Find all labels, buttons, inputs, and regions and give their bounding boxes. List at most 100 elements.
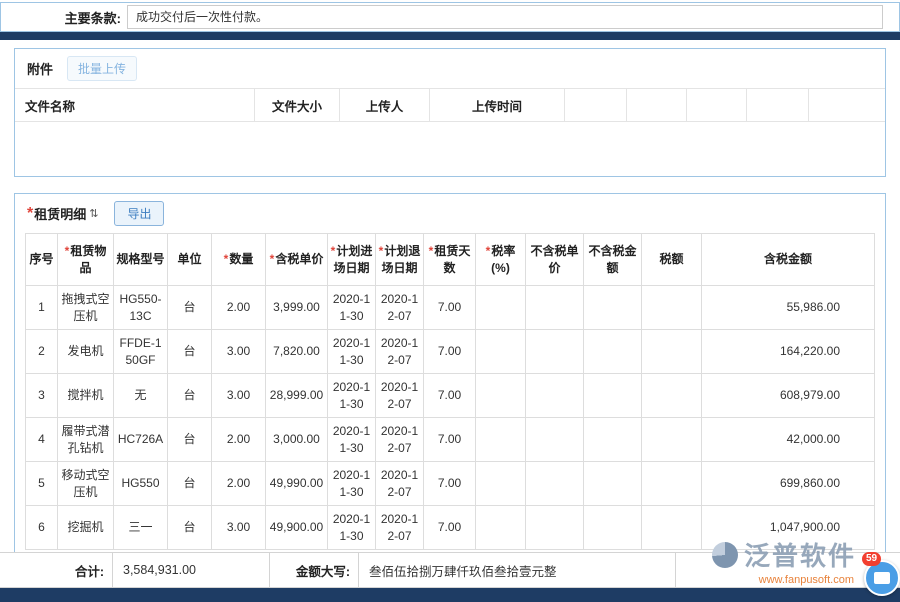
rental-column-header: *计划退场日期 (376, 234, 424, 286)
rental-cell: HC726A (114, 418, 168, 462)
rental-cell: 2.00 (212, 418, 266, 462)
rental-cell (526, 418, 584, 462)
attachments-column-header: 文件大小 (255, 89, 340, 121)
rental-cell: 3.00 (212, 506, 266, 550)
attachments-empty-column (565, 89, 627, 121)
total-value: 3,584,931.00 (112, 553, 270, 587)
rental-cell: 台 (168, 286, 212, 330)
rental-cell: 7.00 (424, 506, 476, 550)
rental-column-header: 规格型号 (114, 234, 168, 286)
rental-cell: 5 (26, 462, 58, 506)
attachments-empty-column (627, 89, 687, 121)
rental-cell (476, 506, 526, 550)
rental-cell: 2020-12-07 (376, 418, 424, 462)
rental-column-header: *含税单价 (266, 234, 328, 286)
rental-cell: 1 (26, 286, 58, 330)
rental-section: * 租赁明细 ⇅ 导出 序号*租赁物品规格型号单位*数量*含税单价*计划进场日期… (14, 193, 886, 569)
rental-cell: 3,000.00 (266, 418, 328, 462)
rental-cell: 2020-11-30 (328, 374, 376, 418)
rental-cell (584, 374, 642, 418)
total-label: 合计: (0, 553, 112, 587)
rental-cell: 2020-12-07 (376, 506, 424, 550)
rental-cell (584, 506, 642, 550)
rental-section-head: * 租赁明细 ⇅ 导出 (15, 194, 885, 233)
rental-cell (584, 462, 642, 506)
rental-cell: 台 (168, 462, 212, 506)
export-button[interactable]: 导出 (114, 201, 164, 226)
rental-cell: 699,860.00 (702, 462, 875, 506)
batch-upload-button[interactable]: 批量上传 (67, 56, 137, 81)
rental-cell: 2020-12-07 (376, 462, 424, 506)
rental-cell (476, 330, 526, 374)
rental-cell: 移动式空压机 (58, 462, 114, 506)
rental-cell: 3.00 (212, 374, 266, 418)
watermark: 泛普软件 www.fanpusoft.com (712, 536, 856, 586)
required-mark: * (65, 244, 70, 258)
rental-column-header: *租赁天数 (424, 234, 476, 286)
rental-cell: 7.00 (424, 330, 476, 374)
rental-cell: 2020-11-30 (328, 462, 376, 506)
chat-widget-button[interactable]: 59 (864, 560, 900, 596)
rental-cell: 49,990.00 (266, 462, 328, 506)
rental-cell: 2.00 (212, 462, 266, 506)
rental-cell: 28,999.00 (266, 374, 328, 418)
rental-cell: 台 (168, 418, 212, 462)
watermark-url: www.fanpusoft.com (712, 574, 856, 586)
rental-row[interactable]: 4履带式潜孔钻机HC726A台2.003,000.002020-11-30202… (26, 418, 875, 462)
attachments-section-head: 附件 批量上传 (15, 49, 885, 88)
chat-bubble-icon (874, 572, 890, 584)
rental-cell (526, 286, 584, 330)
attachments-empty-column (747, 89, 809, 121)
rental-column-header: *数量 (212, 234, 266, 286)
rental-cell (476, 418, 526, 462)
rental-row[interactable]: 3搅拌机无台3.0028,999.002020-11-302020-12-077… (26, 374, 875, 418)
rental-cell (526, 506, 584, 550)
rental-cell (584, 330, 642, 374)
rental-cell: 三一 (114, 506, 168, 550)
rental-cell: 3 (26, 374, 58, 418)
rental-column-header: 税额 (642, 234, 702, 286)
rental-cell (642, 330, 702, 374)
attachments-column-header: 文件名称 (15, 89, 255, 121)
required-mark: * (429, 244, 434, 258)
rental-cell (476, 286, 526, 330)
rental-cell: 3.00 (212, 330, 266, 374)
amount-words-value: 叁佰伍拾捌万肆仟玖佰叁拾壹元整 (358, 553, 676, 587)
rental-column-header: *租赁物品 (58, 234, 114, 286)
attachments-section: 附件 批量上传 文件名称文件大小上传人上传时间 (14, 48, 886, 177)
sort-arrows-icon[interactable]: ⇅ (89, 207, 98, 220)
rental-column-header: *税率(%) (476, 234, 526, 286)
rental-body: 1拖拽式空压机HG550-13C台2.003,999.002020-11-302… (26, 286, 875, 550)
rental-cell: 台 (168, 330, 212, 374)
rental-row[interactable]: 5移动式空压机HG550台2.0049,990.002020-11-302020… (26, 462, 875, 506)
attachments-empty-column (687, 89, 747, 121)
notification-badge: 59 (862, 552, 881, 566)
rental-cell: 7.00 (424, 462, 476, 506)
rental-row[interactable]: 1拖拽式空压机HG550-13C台2.003,999.002020-11-302… (26, 286, 875, 330)
attachments-column-header: 上传时间 (430, 89, 565, 121)
rental-cell: 2020-11-30 (328, 418, 376, 462)
fanpu-logo-icon (712, 542, 738, 568)
rental-header-row: 序号*租赁物品规格型号单位*数量*含税单价*计划进场日期*计划退场日期*租赁天数… (26, 234, 875, 286)
main-terms-label: 主要条款: (1, 8, 127, 27)
rental-cell (526, 330, 584, 374)
rental-cell: 挖掘机 (58, 506, 114, 550)
rental-cell: 发电机 (58, 330, 114, 374)
rental-cell: 2020-11-30 (328, 286, 376, 330)
rental-cell (642, 286, 702, 330)
required-mark: * (270, 252, 275, 266)
rental-column-header: 不含税单价 (526, 234, 584, 286)
rental-cell (642, 374, 702, 418)
rental-cell: 42,000.00 (702, 418, 875, 462)
rental-row[interactable]: 2发电机FFDE-150GF台3.007,820.002020-11-30202… (26, 330, 875, 374)
rental-cell (642, 506, 702, 550)
rental-cell: FFDE-150GF (114, 330, 168, 374)
watermark-brand: 泛普软件 (744, 536, 856, 573)
rental-cell: 无 (114, 374, 168, 418)
rental-cell: 608,979.00 (702, 374, 875, 418)
main-terms-value[interactable]: 成功交付后一次性付款。 (127, 5, 883, 29)
rental-cell: 履带式潜孔钻机 (58, 418, 114, 462)
main-terms-row: 主要条款: 成功交付后一次性付款。 (0, 2, 900, 32)
rental-cell: 2020-12-07 (376, 374, 424, 418)
rental-cell: 台 (168, 506, 212, 550)
